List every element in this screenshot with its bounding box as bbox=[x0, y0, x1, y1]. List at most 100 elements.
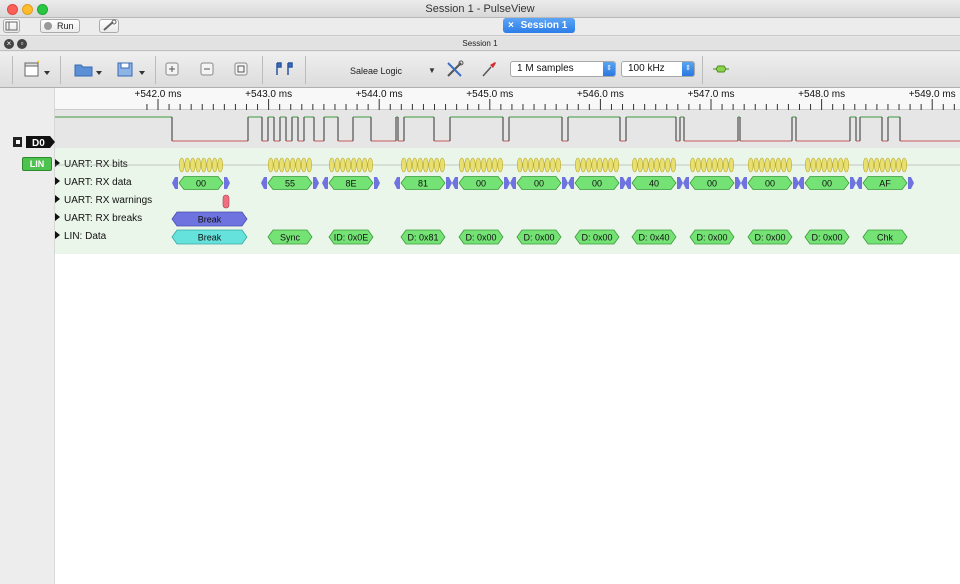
rx-bit-mark bbox=[486, 157, 492, 173]
rx-bit-mark bbox=[212, 157, 218, 173]
rx-bit-mark bbox=[706, 157, 712, 173]
rx-bit-mark bbox=[345, 157, 351, 173]
rx-data-byte-label: 8E bbox=[345, 179, 356, 189]
rx-bit-mark bbox=[464, 157, 470, 173]
rx-bit-mark bbox=[422, 157, 429, 173]
rx-data-byte: 81 bbox=[400, 176, 446, 190]
rx-bit-mark bbox=[289, 157, 296, 173]
rx-bit-mark bbox=[527, 157, 534, 173]
rx-bit-mark bbox=[190, 157, 196, 173]
rx-bit-mark bbox=[868, 157, 874, 173]
rx-bit-mark bbox=[306, 157, 312, 173]
rx-data-byte: 00 bbox=[804, 176, 850, 190]
lin-data-box: D: 0x00 bbox=[574, 229, 620, 245]
rx-bit-mark bbox=[350, 157, 357, 173]
rx-bit-mark bbox=[555, 157, 561, 173]
lin-data-box-label: D: 0x00 bbox=[754, 233, 785, 243]
rx-bit-mark bbox=[837, 157, 844, 173]
rx-bit-mark bbox=[642, 157, 649, 173]
rx-bit-mark bbox=[339, 157, 346, 173]
rx-bit-mark bbox=[890, 157, 896, 173]
rx-stop-bit-mark bbox=[850, 177, 856, 189]
rx-data-byte: 55 bbox=[267, 176, 313, 190]
rx-bit-mark bbox=[475, 157, 481, 173]
rx-bit-mark bbox=[406, 157, 412, 173]
rx-bit-mark bbox=[469, 157, 476, 173]
rx-bit-mark bbox=[873, 157, 880, 173]
rx-bit-mark bbox=[195, 157, 202, 173]
rx-bit-mark bbox=[648, 157, 654, 173]
rx-bit-mark bbox=[295, 157, 301, 173]
rx-bit-mark bbox=[653, 157, 660, 173]
lin-data-box: D: 0x40 bbox=[631, 229, 677, 245]
rx-start-bit-mark bbox=[172, 177, 178, 189]
rx-bit-mark bbox=[717, 157, 723, 173]
rx-bit-mark bbox=[411, 157, 418, 173]
rx-stop-bit-mark bbox=[374, 177, 380, 189]
lin-data-box-label: ID: 0x0E bbox=[334, 233, 369, 243]
rx-bit-mark bbox=[602, 157, 608, 173]
rx-data-byte-label: 00 bbox=[476, 179, 486, 189]
lin-data-box-label: D: 0x00 bbox=[581, 233, 612, 243]
rx-stop-bit-mark bbox=[677, 177, 683, 189]
rx-bit-mark bbox=[747, 157, 754, 173]
rx-bit-mark bbox=[780, 157, 787, 173]
lin-data-box: Sync bbox=[267, 229, 313, 245]
rx-bit-mark bbox=[516, 157, 523, 173]
lin-data-box-label: D: 0x40 bbox=[638, 233, 669, 243]
rx-bit-mark bbox=[497, 157, 503, 173]
rx-bit-mark bbox=[356, 157, 362, 173]
rx-bit-mark bbox=[417, 157, 423, 173]
rx-break-box-label: Break bbox=[198, 215, 222, 225]
rx-bit-mark bbox=[700, 157, 707, 173]
rx-bit-mark bbox=[659, 157, 665, 173]
rx-warning-mark bbox=[222, 194, 230, 209]
rx-bit-mark bbox=[538, 157, 545, 173]
rx-data-byte-label: 00 bbox=[592, 179, 602, 189]
rx-bit-mark bbox=[769, 157, 776, 173]
rx-bit-mark bbox=[821, 157, 827, 173]
rx-start-bit-mark bbox=[322, 177, 328, 189]
rx-bit-mark bbox=[826, 157, 833, 173]
rx-bit-mark bbox=[591, 157, 597, 173]
rx-bit-mark bbox=[549, 157, 556, 173]
rx-data-byte-label: 00 bbox=[534, 179, 544, 189]
rx-data-byte: 40 bbox=[631, 176, 677, 190]
rx-bit-mark bbox=[637, 157, 643, 173]
rx-bit-mark bbox=[480, 157, 487, 173]
rx-bit-mark bbox=[631, 157, 638, 173]
rx-data-byte-label: 81 bbox=[418, 179, 428, 189]
rx-start-bit-mark bbox=[741, 177, 747, 189]
lin-data-box-label: Break bbox=[198, 233, 222, 243]
rx-bit-mark bbox=[300, 157, 307, 173]
rx-bit-mark bbox=[804, 157, 811, 173]
rx-data-byte: 00 bbox=[747, 176, 793, 190]
rx-bit-mark bbox=[728, 157, 734, 173]
rx-bit-mark bbox=[775, 157, 781, 173]
rx-data-byte-label: 00 bbox=[196, 179, 206, 189]
rx-bit-mark bbox=[764, 157, 770, 173]
rx-data-byte-label: 00 bbox=[707, 179, 717, 189]
rx-bit-mark bbox=[689, 157, 696, 173]
rx-bit-mark bbox=[664, 157, 671, 173]
rx-data-byte-label: 00 bbox=[822, 179, 832, 189]
rx-bit-mark bbox=[522, 157, 528, 173]
rx-stop-bit-mark bbox=[735, 177, 741, 189]
rx-bit-mark bbox=[862, 157, 869, 173]
rx-bit-mark bbox=[786, 157, 792, 173]
rx-stop-bit-mark bbox=[908, 177, 914, 189]
rx-bit-mark bbox=[273, 157, 279, 173]
rx-bit-mark bbox=[433, 157, 440, 173]
rx-data-byte: AF bbox=[862, 176, 908, 190]
lin-data-box-label: D: 0x00 bbox=[811, 233, 842, 243]
rx-stop-bit-mark bbox=[504, 177, 510, 189]
rx-data-byte: 00 bbox=[178, 176, 224, 190]
rx-bit-mark bbox=[815, 157, 822, 173]
rx-bit-mark bbox=[613, 157, 619, 173]
lin-data-box: D: 0x00 bbox=[747, 229, 793, 245]
rx-bit-mark bbox=[695, 157, 701, 173]
rx-stop-bit-mark bbox=[313, 177, 319, 189]
rx-bit-mark bbox=[753, 157, 759, 173]
rx-bit-mark bbox=[722, 157, 729, 173]
rx-data-byte-label: 40 bbox=[649, 179, 659, 189]
